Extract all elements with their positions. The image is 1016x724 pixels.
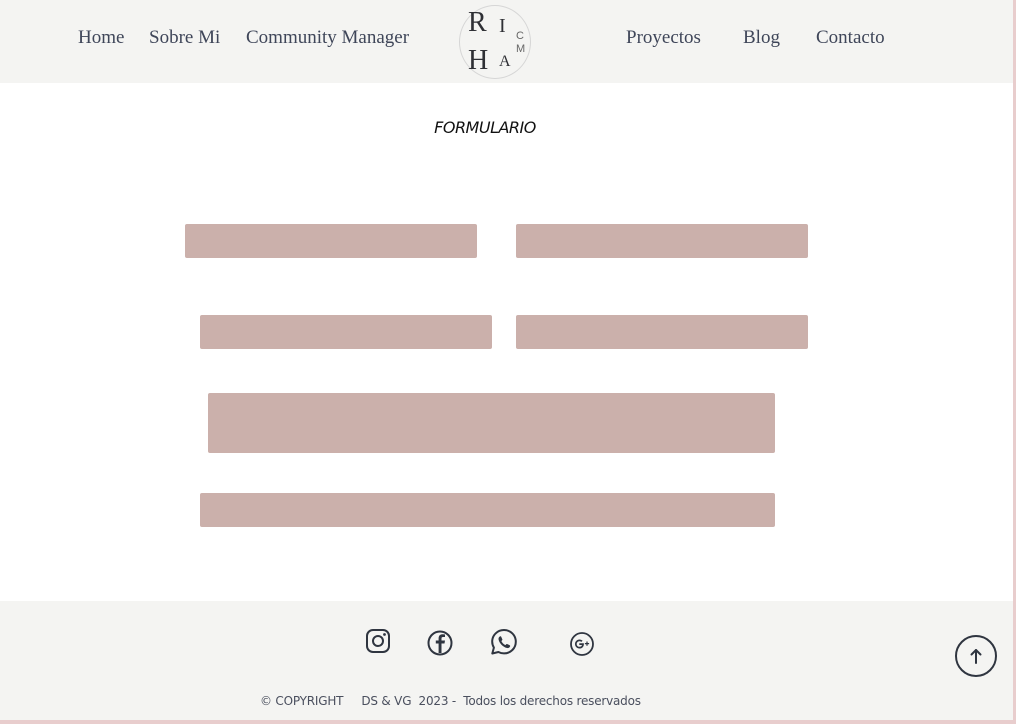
copyright-text: © COPYRIGHT DS & VG 2023 - Todos los der…	[260, 694, 641, 708]
facebook-icon[interactable]	[426, 629, 456, 659]
form-message-textarea[interactable]	[208, 393, 775, 453]
logo-letter-a: A	[499, 53, 511, 70]
whatsapp-icon[interactable]	[489, 627, 519, 657]
form-field-row2-left[interactable]	[200, 315, 492, 349]
nav-home[interactable]: Home	[78, 27, 124, 49]
form-field-row1-right[interactable]	[516, 224, 808, 258]
instagram-icon[interactable]	[364, 627, 394, 657]
nav-contacto[interactable]: Contacto	[816, 27, 885, 49]
google-plus-icon[interactable]	[568, 630, 598, 660]
nav-blog[interactable]: Blog	[743, 27, 780, 49]
page-frame-bottom	[0, 720, 1016, 724]
site-header: Home Sobre Mi Community Manager R I H A …	[0, 0, 1013, 83]
logo-letter-m: M	[516, 43, 526, 55]
form-field-row1-left[interactable]	[185, 224, 477, 258]
site-footer: © COPYRIGHT DS & VG 2023 - Todos los der…	[0, 601, 1013, 720]
site-logo[interactable]: R I H A C M	[459, 5, 532, 81]
form-submit-button[interactable]	[200, 493, 775, 527]
logo-letter-c: C	[516, 30, 524, 42]
logo-letter-r: R	[468, 7, 487, 38]
arrow-up-icon	[970, 649, 982, 664]
logo-letter-h: H	[468, 45, 489, 76]
nav-sobre-mi[interactable]: Sobre Mi	[149, 27, 220, 49]
logo-letter-i: I	[499, 15, 506, 37]
form-field-row2-right[interactable]	[516, 315, 808, 349]
nav-proyectos[interactable]: Proyectos	[626, 27, 701, 49]
back-to-top-button[interactable]	[955, 635, 997, 677]
form-title: FORMULARIO	[434, 118, 536, 137]
nav-community-manager[interactable]: Community Manager	[246, 27, 409, 49]
